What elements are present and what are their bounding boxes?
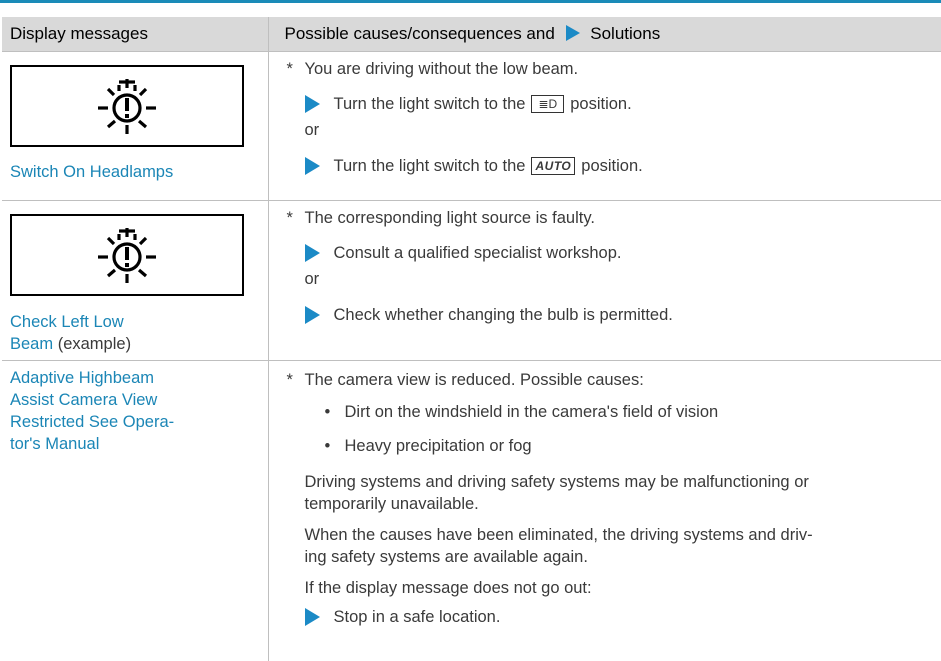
solution-triangle-icon (304, 608, 320, 626)
table-row: Switch On Headlamps * You are driving wi… (2, 51, 941, 201)
message-adaptive-highbeam-line[interactable]: Assist Camera View (10, 389, 268, 411)
list-item: • Dirt on the windshield in the camera's… (287, 401, 934, 423)
solution-cell: * The corresponding light source is faul… (268, 200, 941, 361)
paragraph-line: ing safety systems are available again. (304, 548, 588, 566)
paragraph: When the causes have been eliminated, th… (287, 524, 934, 568)
paragraph-line: Driving systems and driving safety syste… (304, 473, 809, 491)
cause-text: The corresponding light source is faulty… (304, 209, 595, 227)
message-adaptive-highbeam-line[interactable]: Restricted See Opera- (10, 411, 268, 433)
solution-step: Consult a qualified specialist workshop. (287, 242, 934, 264)
top-accent-line (0, 0, 941, 3)
header-causes-solutions: Possible causes/consequences and Solutio… (267, 17, 941, 52)
paragraph-line: When the causes have been eliminated, th… (304, 526, 813, 544)
bullet-text: Heavy precipitation or fog (344, 437, 532, 455)
solution-cell: * You are driving without the low beam. … (268, 51, 941, 201)
headlamp-warning-icon (98, 228, 156, 283)
auto-symbol: AUTO (531, 157, 576, 175)
headlamp-warning-icon (98, 79, 156, 134)
message-cell: Switch On Headlamps (2, 51, 269, 201)
step-text: Consult a qualified specialist workshop. (333, 244, 622, 262)
cause-text: The camera view is reduced. Possible cau… (304, 371, 644, 389)
bullet-marker: • (324, 403, 331, 421)
message-example-note: (example) (57, 335, 132, 353)
solution-triangle-icon (565, 25, 580, 41)
header-causes-text: Possible causes/consequences and (284, 24, 555, 43)
solution-triangle-icon (304, 95, 320, 113)
low-beam-symbol: ≣D (531, 95, 565, 113)
or-text: or (304, 270, 320, 288)
display-messages-table: Display messages Possible causes/consequ… (2, 17, 941, 661)
solution-triangle-icon (304, 244, 320, 262)
cause-line: * You are driving without the low beam. (287, 58, 934, 80)
solution-triangle-icon (304, 306, 320, 324)
message-check-left-low-beam: Check Left Low Beam (example) (10, 311, 268, 355)
table-header-row: Display messages Possible causes/consequ… (2, 17, 941, 52)
message-cell: Adaptive Highbeam Assist Camera View Res… (2, 360, 269, 661)
paragraph-line: If the display message does not go out: (304, 579, 592, 597)
solution-cell: * The camera view is reduced. Possible c… (268, 361, 941, 661)
cause-marker: * (286, 209, 293, 227)
message-adaptive-highbeam-line[interactable]: tor's Manual (10, 433, 268, 455)
message-link-line-2[interactable]: Beam (10, 335, 53, 353)
cause-line: * The camera view is reduced. Possible c… (287, 369, 934, 391)
solution-step: Check whether changing the bulb is permi… (287, 304, 934, 326)
bullet-marker: • (324, 437, 331, 455)
headlamp-warning-display (10, 65, 244, 147)
cause-marker: * (286, 371, 293, 389)
message-adaptive-highbeam-line[interactable]: Adaptive Highbeam (10, 367, 268, 389)
step-text: Stop in a safe location. (333, 608, 501, 626)
solution-step: Stop in a safe location. (287, 606, 934, 628)
header-solutions-text: Solutions (590, 24, 661, 43)
solution-triangle-icon (304, 157, 320, 175)
bullet-text: Dirt on the windshield in the camera's f… (344, 403, 719, 421)
cause-text: You are driving without the low beam. (304, 60, 579, 78)
step-text-after: position. (570, 95, 632, 113)
paragraph-line: temporarily unavailable. (304, 495, 479, 513)
paragraph: Driving systems and driving safety syste… (287, 471, 934, 515)
step-text-before: Turn the light switch to the (333, 95, 526, 113)
header-display-messages: Display messages (2, 17, 268, 52)
table-row: Check Left Low Beam (example) * The corr… (2, 200, 941, 361)
headlamp-warning-display (10, 214, 244, 296)
or-text: or (304, 121, 320, 139)
step-text-after: position. (581, 157, 643, 175)
solution-step: Turn the light switch to the ≣D position… (287, 93, 934, 115)
message-switch-on-headlamps[interactable]: Switch On Headlamps (10, 161, 268, 183)
step-text-before: Turn the light switch to the (333, 157, 526, 175)
step-text: Check whether changing the bulb is permi… (333, 306, 673, 324)
table-row: Adaptive Highbeam Assist Camera View Res… (2, 360, 941, 661)
cause-line: * The corresponding light source is faul… (287, 207, 934, 229)
message-cell: Check Left Low Beam (example) (2, 200, 269, 361)
solution-step: Turn the light switch to the AUTO positi… (287, 155, 934, 177)
message-link-line-1[interactable]: Check Left Low (10, 311, 268, 333)
list-item: • Heavy precipitation or fog (287, 435, 934, 457)
cause-marker: * (286, 60, 293, 78)
